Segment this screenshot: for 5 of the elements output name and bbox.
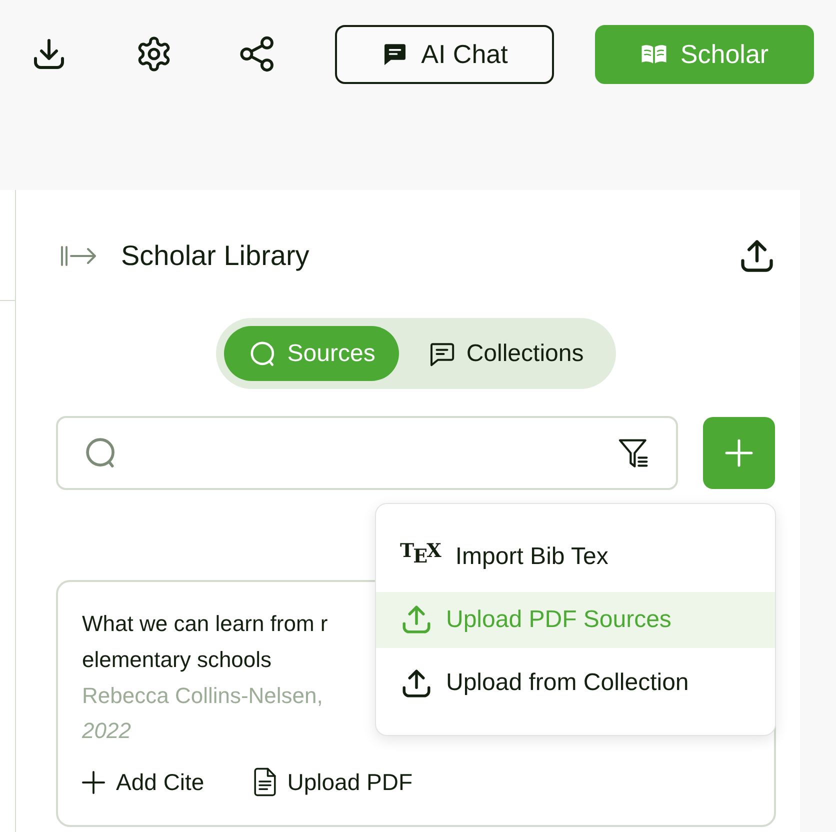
source-year: 2022 bbox=[82, 717, 131, 745]
source-title: elementary schools bbox=[82, 646, 272, 674]
source-title: What we can learn from r bbox=[82, 610, 328, 638]
source-authors: Rebecca Collins-Nelsen, bbox=[82, 682, 323, 710]
panel-title: Scholar Library bbox=[121, 240, 310, 272]
